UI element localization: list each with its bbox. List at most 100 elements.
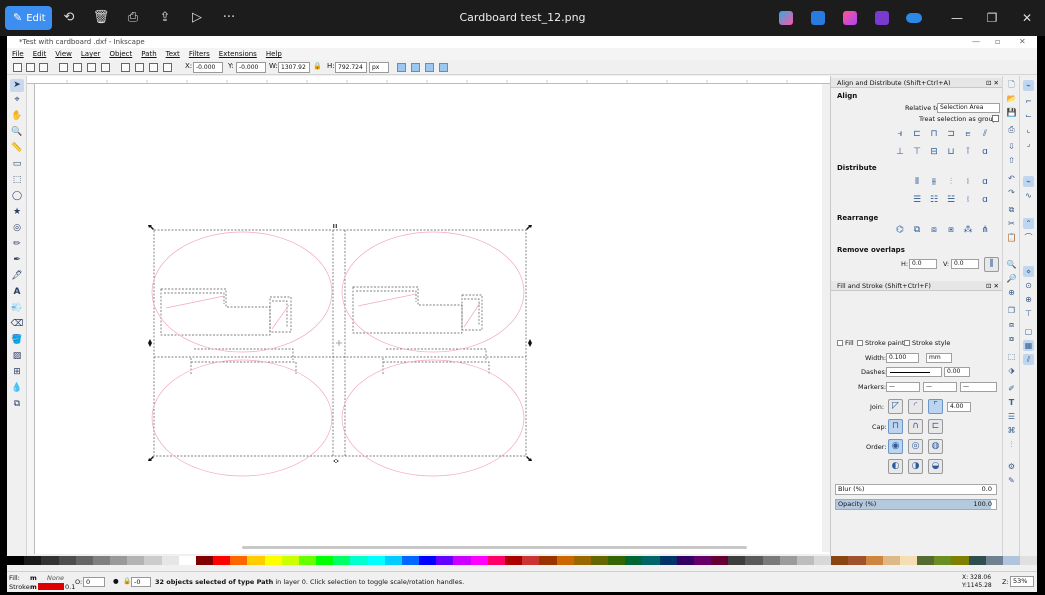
ellipse-cut-lines[interactable] [151,231,525,477]
snap-text-baseline-icon[interactable]: ⊤ [1023,308,1034,319]
blur-slider[interactable]: Blur (%) 0.0 [835,484,997,495]
cut-icon[interactable]: ✂ [1006,218,1017,229]
palette-swatch[interactable] [178,556,196,565]
snap-bbox-icon[interactable]: ⌐ [1023,96,1034,107]
snap-midpoints-icon[interactable]: ⋄ [1023,266,1034,277]
menu-path[interactable]: Path [141,48,156,60]
palette-swatch[interactable] [711,556,729,565]
align-center-v-icon[interactable]: ⊓ [927,128,941,141]
palette-swatch[interactable] [75,556,93,565]
preferences-icon[interactable]: ⚙ [1006,461,1017,472]
palette-swatch[interactable] [110,556,128,565]
menu-edit[interactable]: Edit [33,48,47,60]
x-input[interactable]: -0.000 [193,62,223,73]
dropper-tool-icon[interactable]: 💧 [10,382,24,395]
miter-limit-input[interactable]: 4.00 [947,402,971,412]
zoom-drawing-icon[interactable]: 🔎 [1006,273,1017,284]
palette-swatch[interactable] [281,556,299,565]
palette-swatch[interactable] [195,556,214,565]
snap-guides-icon[interactable]: ⫽ [1023,354,1034,365]
snap-centers-icon[interactable]: ⊙ [1023,280,1034,291]
order-fill-stroke-markers-icon[interactable]: ◉ [888,439,903,454]
distribute-center-v-icon[interactable]: ☷ [927,194,941,207]
order-fill-markers-stroke-icon[interactable]: ◍ [928,439,943,454]
rectangle-tool-icon[interactable]: ▭ [10,158,24,171]
dashes-select[interactable] [886,367,942,377]
palette-swatch[interactable] [848,556,866,565]
menu-layer[interactable]: Layer [81,48,101,60]
relative-to-select[interactable]: Selection Area [937,103,1000,113]
width-input[interactable]: 0.100 [886,353,919,363]
close-button[interactable]: ✕ [1012,0,1042,36]
new-document-icon[interactable]: 🗋 [1006,79,1017,90]
delete-icon[interactable]: 🗑 [92,9,110,27]
h-input[interactable]: 792.724 [335,62,367,73]
order-markers-stroke-fill-icon[interactable]: ◒ [928,459,943,474]
distribute-baseline-v-icon[interactable]: ɑ [978,194,992,207]
pen-tool-icon[interactable]: ✒ [10,254,24,267]
scale-stroke-icon[interactable] [397,63,406,72]
selection-handles[interactable] [148,224,532,463]
distribute-left-icon[interactable]: ⫴ [910,176,924,189]
lower-icon[interactable] [149,63,158,72]
palette-swatch[interactable] [487,556,505,565]
palette-swatch[interactable] [58,556,76,565]
align-bottom-icon[interactable]: ⊔ [944,146,958,159]
join-bevel-icon[interactable]: ◸ [888,399,903,414]
flip-horizontal-icon[interactable] [87,63,96,72]
snap-cusp-nodes-icon[interactable]: ⌃ [1023,218,1034,229]
align-top-edge-icon[interactable]: ⊺ [961,146,975,159]
clipchamp-icon[interactable] [875,11,889,25]
palette-swatch[interactable] [968,556,986,565]
unclump-icon[interactable]: ⋔ [978,224,992,237]
snap-rotation-center-icon[interactable]: ⊕ [1023,294,1034,305]
cap-square-icon[interactable]: ⊏ [928,419,943,434]
zoom-selection-icon[interactable]: 🔍 [1006,259,1017,270]
align-right-icon[interactable]: ⊐ [944,128,958,141]
palette-swatch[interactable] [264,556,282,565]
palette-swatch[interactable] [882,556,900,565]
vertical-scrollbar[interactable] [822,84,830,552]
stroke-indicator[interactable]: m [30,583,37,591]
palette-swatch[interactable] [24,556,42,565]
cap-round-icon[interactable]: ∩ [908,419,923,434]
pencil-tool-icon[interactable]: ✏ [10,238,24,251]
selector-tool-icon[interactable]: ➤ [10,79,24,92]
palette-swatch[interactable] [1020,556,1037,565]
move-patterns-icon[interactable] [439,63,448,72]
align-text-icon[interactable]: ⫽ [978,128,992,141]
fill-indicator[interactable]: m [30,574,37,582]
fill-stroke-close-icon[interactable]: ⊡ ✕ [986,281,999,291]
tab-stroke-style[interactable]: Stroke style [904,339,950,347]
snap-bbox-edges-icon[interactable]: ⌙ [1023,110,1034,121]
align-baseline-icon[interactable]: ɑ [978,146,992,159]
palette-swatch[interactable] [127,556,145,565]
snap-toggle-icon[interactable]: ⌁ [1023,80,1034,91]
palette-swatch[interactable] [247,556,265,565]
connector-tool-icon[interactable]: ⧉ [10,398,24,411]
palette-swatch[interactable] [693,556,712,565]
palette-swatch[interactable] [728,556,746,565]
palette-swatch[interactable] [745,556,763,565]
distribute-gaps-v-icon[interactable]: ⧙ [961,194,975,207]
start-marker-select[interactable]: — [886,382,920,392]
palette-swatch[interactable] [779,556,797,565]
palette-swatch[interactable] [230,556,248,565]
ink-maximize-button[interactable]: ▫ [995,36,1000,48]
snap-paths-icon[interactable]: ∿ [1023,190,1034,201]
drawing-svg[interactable] [27,76,830,554]
ink-close-button[interactable]: ✕ [1019,36,1026,48]
palette-swatch[interactable] [316,556,334,565]
deselect-icon[interactable] [39,63,48,72]
palette-swatch[interactable] [453,556,471,565]
layer-select[interactable]: -0 [131,577,151,587]
group-icon[interactable]: ⬚ [1006,351,1017,362]
order-stroke-fill-markers-icon[interactable]: ◎ [908,439,923,454]
star-tool-icon[interactable]: ★ [10,206,24,219]
palette-swatch[interactable] [625,556,643,565]
distribute-bottom-icon[interactable]: ☱ [944,194,958,207]
palette-swatch[interactable] [642,556,660,565]
palette-swatch[interactable] [350,556,368,565]
palette-swatch[interactable] [556,556,574,565]
copilot-icon[interactable] [779,11,793,25]
